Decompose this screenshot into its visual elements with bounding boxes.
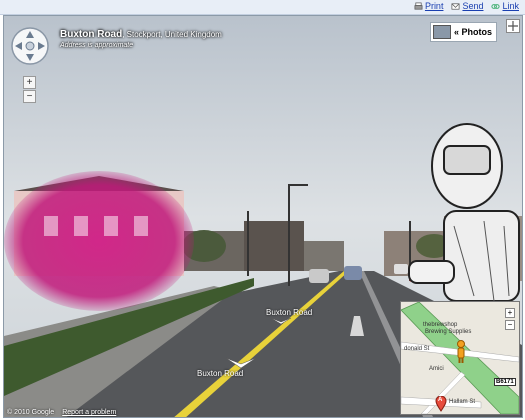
zoom-in-button[interactable]: +	[23, 76, 36, 89]
toolbar-links: Print Send Link	[414, 1, 519, 11]
copyright-text: © 2010 Google	[7, 409, 55, 416]
compass-rose-icon	[11, 27, 49, 65]
location-marker-a[interactable]: A	[435, 396, 447, 412]
print-link[interactable]: Print	[414, 1, 444, 11]
navigation-arrow-icon[interactable]	[224, 356, 258, 370]
street-label-lower: Buxton Road	[197, 369, 244, 378]
minimap-zoom-in-button[interactable]: +	[505, 308, 515, 318]
report-problem-link[interactable]: Report a problem	[62, 409, 116, 416]
pegman-icon[interactable]	[455, 340, 467, 364]
link-link[interactable]: Link	[491, 1, 519, 11]
map-label-amici: Amici	[429, 366, 444, 372]
mini-map[interactable]: thebrewshop Brewing Supplies donald St A…	[400, 301, 520, 415]
pan-control[interactable]	[10, 26, 50, 66]
route-shield-b6171: B6171	[494, 378, 516, 386]
envelope-icon	[451, 2, 460, 10]
address-overlay: Buxton Road, Stockport, United Kingdom A…	[60, 24, 222, 49]
map-label-hallam-st: Hallam St	[449, 399, 476, 405]
zoom-out-button[interactable]: −	[23, 90, 36, 103]
photos-label: « Photos	[453, 27, 492, 37]
drag-handle-icon[interactable]	[506, 19, 520, 33]
road-name: Buxton Road	[60, 29, 123, 40]
minimap-zoom-out-button[interactable]: −	[505, 320, 515, 330]
street-view-panorama[interactable]: + − Buxton Road, Stockport, United Kingd…	[3, 15, 523, 418]
address-location: , Stockport, United Kingdom	[122, 30, 222, 39]
photos-button[interactable]: « Photos	[429, 22, 497, 42]
printer-icon	[414, 2, 423, 10]
send-label: Send	[462, 1, 484, 11]
zoom-control: + −	[23, 76, 36, 103]
map-pin-letter: A	[438, 397, 443, 403]
send-link[interactable]: Send	[451, 1, 483, 11]
print-label: Print	[424, 1, 444, 11]
link-label: Link	[502, 1, 519, 11]
top-toolbar: Print Send Link	[0, 0, 525, 15]
navigation-arrow-icon[interactable]	[269, 316, 293, 326]
address-note: Address is approximate	[60, 42, 134, 49]
photo-thumbnail-icon	[432, 25, 451, 39]
map-label-shop-line1: thebrewshop	[423, 322, 458, 328]
map-label-shop-line2: Brewing Supplies	[425, 329, 472, 335]
minimap-zoom-control: + −	[505, 308, 515, 330]
footer-bar: © 2010 Google Report a problem	[7, 409, 116, 416]
chain-link-icon	[491, 3, 501, 9]
map-label-donald-st: donald St	[404, 346, 430, 352]
